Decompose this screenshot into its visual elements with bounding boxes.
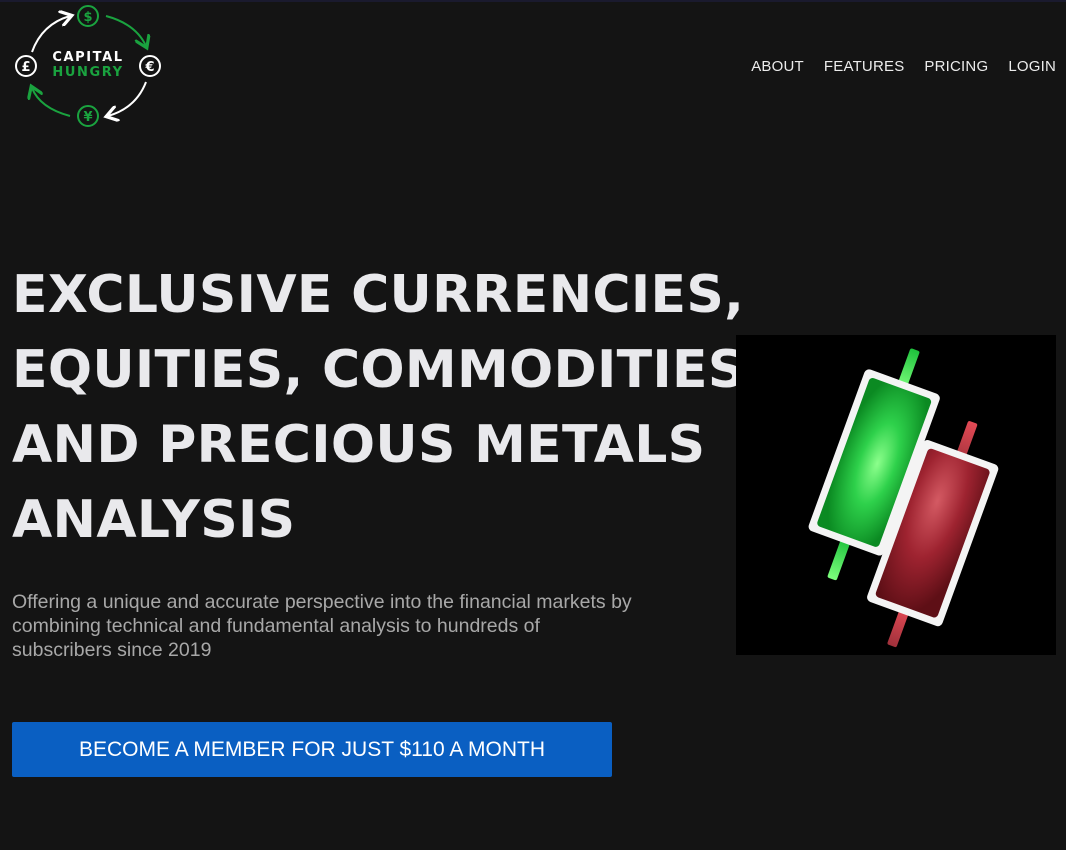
logo-wordmark: CAPITAL HUNGRY <box>46 50 130 80</box>
nav-pricing[interactable]: PRICING <box>924 58 988 75</box>
logo[interactable]: $ € ¥ £ CAPITAL HUNGRY <box>10 4 166 130</box>
main-nav: ABOUT FEATURES PRICING LOGIN <box>751 58 1056 75</box>
headline-line: AND PRECIOUS METALS <box>12 415 706 475</box>
yen-icon: ¥ <box>77 105 99 127</box>
headline-line: EQUITIES, COMMODITIES, <box>12 340 766 400</box>
logo-line-1: CAPITAL <box>52 50 124 65</box>
pound-icon: £ <box>15 55 37 77</box>
headline-line: EXCLUSIVE CURRENCIES, <box>12 265 745 325</box>
subtitle-line: subscribers since 2019 <box>12 639 212 661</box>
hero-headline: EXCLUSIVE CURRENCIES, EQUITIES, COMMODIT… <box>12 258 766 558</box>
subtitle-line: Offering a unique and accurate perspecti… <box>12 591 632 613</box>
logo-line-2: HUNGRY <box>52 65 124 80</box>
svg-text:$: $ <box>83 10 92 25</box>
candlestick-image <box>736 335 1056 655</box>
headline-line: ANALYSIS <box>12 490 296 550</box>
nav-features[interactable]: FEATURES <box>824 58 905 75</box>
nav-about[interactable]: ABOUT <box>751 58 804 75</box>
svg-text:€: € <box>144 60 154 75</box>
hero-subtitle: Offering a unique and accurate perspecti… <box>12 590 752 662</box>
subtitle-line: combining technical and fundamental anal… <box>12 615 540 637</box>
candlestick-chart-icon <box>808 348 999 648</box>
euro-icon: € <box>139 55 161 77</box>
dollar-icon: $ <box>77 5 99 27</box>
nav-login[interactable]: LOGIN <box>1008 58 1056 75</box>
svg-text:¥: ¥ <box>83 110 92 125</box>
become-member-button[interactable]: BECOME A MEMBER FOR JUST $110 A MONTH <box>12 722 612 777</box>
svg-text:£: £ <box>21 60 30 75</box>
